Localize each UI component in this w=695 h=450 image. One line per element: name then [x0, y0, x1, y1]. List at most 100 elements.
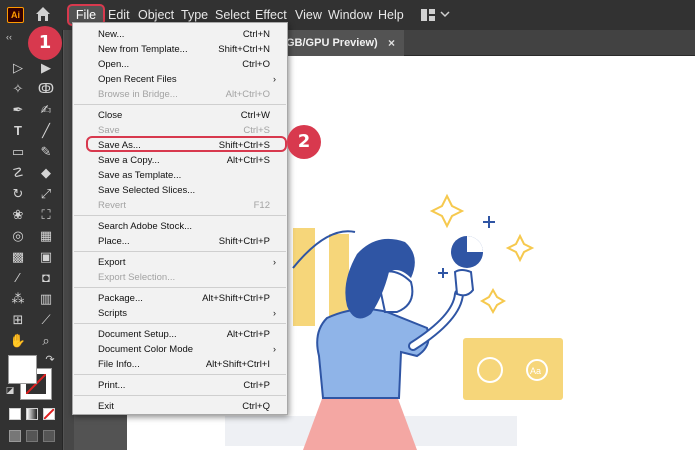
menu-item-label: Search Adobe Stock...: [98, 221, 193, 232]
none-mode-icon[interactable]: [43, 408, 55, 420]
rotate-tool-icon[interactable]: ↻: [8, 184, 28, 204]
line-tool-icon[interactable]: ╱: [36, 121, 56, 141]
menu-item-label: Exit: [98, 401, 114, 412]
menu-item-label: New from Template...: [98, 44, 188, 55]
menu-item-label: Save a Copy...: [98, 155, 160, 166]
pen-tool-icon[interactable]: ✒: [8, 100, 28, 120]
shaper-tool-icon[interactable]: ☡: [8, 163, 28, 183]
chevron-down-icon[interactable]: [440, 9, 450, 19]
default-colors-icon[interactable]: ◪: [4, 384, 16, 396]
rectangle-tool-icon[interactable]: ▭: [8, 142, 28, 162]
menu-item-shortcut: Ctrl+W: [240, 110, 270, 121]
menu-item-label: Package...: [98, 293, 143, 304]
hand-tool-icon[interactable]: ✋: [8, 331, 28, 351]
menu-separator: [74, 323, 286, 324]
magic-wand-tool-icon[interactable]: ✧: [8, 79, 28, 99]
menu-item-label: Export: [98, 257, 126, 268]
document-tab-title: GB/GPU Preview): [286, 37, 378, 49]
menu-item-label: Open...: [98, 59, 130, 70]
menu-item-label: Export Selection...: [98, 272, 176, 283]
menu-separator: [74, 374, 286, 375]
selection-tool-icon[interactable]: ▷: [8, 58, 28, 78]
menu-separator: [74, 251, 286, 252]
menu-item-shortcut: Alt+Ctrl+S: [226, 155, 270, 166]
warp-tool-icon[interactable]: ❀: [8, 205, 28, 225]
home-icon[interactable]: [34, 5, 52, 23]
menu-window[interactable]: Window: [328, 7, 372, 23]
sparkle-icon: [483, 216, 495, 228]
gradient-mode-icon[interactable]: [26, 408, 38, 420]
scale-tool-icon[interactable]: ⤢: [36, 184, 56, 204]
artboard-tool-icon[interactable]: ⊞: [8, 310, 28, 330]
menu-item-label: Print...: [98, 380, 126, 391]
tools-panel: ‹‹ ▷ ▶ ✧ ↂ ✒ ✍ T ╱ ▭ ✎ ☡ ◆ ↻ ⤢ ❀ ⛶ ◎ ▦ ▩…: [0, 30, 63, 450]
type-tool-icon[interactable]: T: [8, 121, 28, 141]
step-1-badge: 1: [28, 26, 62, 60]
illustration-skirt: [303, 396, 417, 450]
lasso-tool-icon[interactable]: ↂ: [36, 79, 56, 99]
fill-swatch[interactable]: [8, 355, 37, 384]
submenu-arrow-icon: ›: [273, 308, 276, 318]
menu-item-label: Save As...: [98, 140, 141, 151]
sparkle-icon: [429, 193, 465, 229]
column-graph-tool-icon[interactable]: ▥: [36, 289, 56, 309]
menu-object[interactable]: Object: [138, 7, 174, 23]
menu-item-shortcut: Shift+Ctrl+P: [218, 236, 270, 247]
collapse-panel-icon[interactable]: ‹‹: [6, 32, 12, 42]
color-mode-icon[interactable]: [9, 408, 21, 420]
illustration-aa-text: Aa: [530, 366, 541, 376]
symbol-sprayer-tool-icon[interactable]: ⁂: [8, 289, 28, 309]
draw-normal-icon[interactable]: [9, 430, 21, 442]
menu-item-label: New...: [98, 29, 125, 40]
menu-item-shortcut: Alt+Shift+Ctrl+I: [205, 359, 270, 370]
paintbrush-tool-icon[interactable]: ✎: [36, 142, 56, 162]
menu-select[interactable]: Select: [215, 7, 250, 23]
menu-item-shortcut: F12: [253, 200, 270, 211]
menu-item-shortcut: Alt+Ctrl+P: [226, 329, 270, 340]
menu-item-label: Browse in Bridge...: [98, 89, 178, 100]
submenu-arrow-icon: ›: [273, 257, 276, 267]
blend-tool-icon[interactable]: ◘: [36, 268, 56, 288]
menu-item-label: File Info...: [98, 359, 140, 370]
draw-behind-icon[interactable]: [26, 430, 38, 442]
gradient-tool-icon[interactable]: ▣: [36, 247, 56, 267]
draw-inside-icon[interactable]: [43, 430, 55, 442]
workspace-icon[interactable]: [420, 7, 436, 23]
menu-item-shortcut: Alt+Shift+Ctrl+P: [202, 293, 270, 304]
illustrator-logo: Ai: [7, 7, 24, 23]
submenu-arrow-icon: ›: [273, 344, 276, 354]
step-2-badge: 2: [287, 125, 321, 159]
menu-item-label: Save Selected Slices...: [98, 185, 196, 196]
illustration-hand: [453, 269, 475, 297]
swap-fill-stroke-icon[interactable]: ↷: [40, 350, 60, 370]
menu-item-shortcut: Ctrl+Q: [242, 401, 270, 412]
illustration-sphere-slice: [467, 236, 483, 252]
shape-builder-tool-icon[interactable]: ◎: [8, 226, 28, 246]
zoom-tool-icon[interactable]: ⌕: [36, 331, 56, 351]
eyedropper-tool-icon[interactable]: ⁄: [8, 268, 28, 288]
eraser-tool-icon[interactable]: ◆: [36, 163, 56, 183]
free-transform-tool-icon[interactable]: ⛶: [36, 205, 56, 225]
file-menu-dropdown: New... Ctrl+N New from Template... Shift+C…: [72, 22, 288, 415]
direct-selection-tool-icon[interactable]: ▶: [36, 58, 56, 78]
perspective-grid-tool-icon[interactable]: ▦: [36, 226, 56, 246]
menu-item-label: Close: [98, 110, 123, 121]
menu-view[interactable]: View: [295, 7, 322, 23]
menu-item-shortcut: Shift+Ctrl+S: [218, 140, 270, 151]
curvature-tool-icon[interactable]: ✍: [36, 100, 56, 120]
sparkle-icon: [505, 233, 535, 263]
menu-separator: [74, 215, 286, 216]
slice-tool-icon[interactable]: ⟋: [36, 310, 56, 330]
menu-type[interactable]: Type: [181, 7, 208, 23]
mesh-tool-icon[interactable]: ▩: [8, 247, 28, 267]
menu-effect[interactable]: Effect: [255, 7, 287, 23]
menu-help[interactable]: Help: [378, 7, 404, 23]
menu-item-shortcut: Ctrl+N: [242, 29, 270, 40]
menu-edit[interactable]: Edit: [108, 7, 130, 23]
illustration-bar: [293, 228, 315, 326]
menu-item-label: Open Recent Files: [98, 74, 177, 85]
close-tab-icon[interactable]: ×: [388, 30, 395, 56]
document-tab-bar: GB/GPU Preview) ×: [270, 30, 695, 56]
menu-separator: [74, 104, 286, 105]
document-tab[interactable]: GB/GPU Preview) ×: [270, 30, 404, 56]
